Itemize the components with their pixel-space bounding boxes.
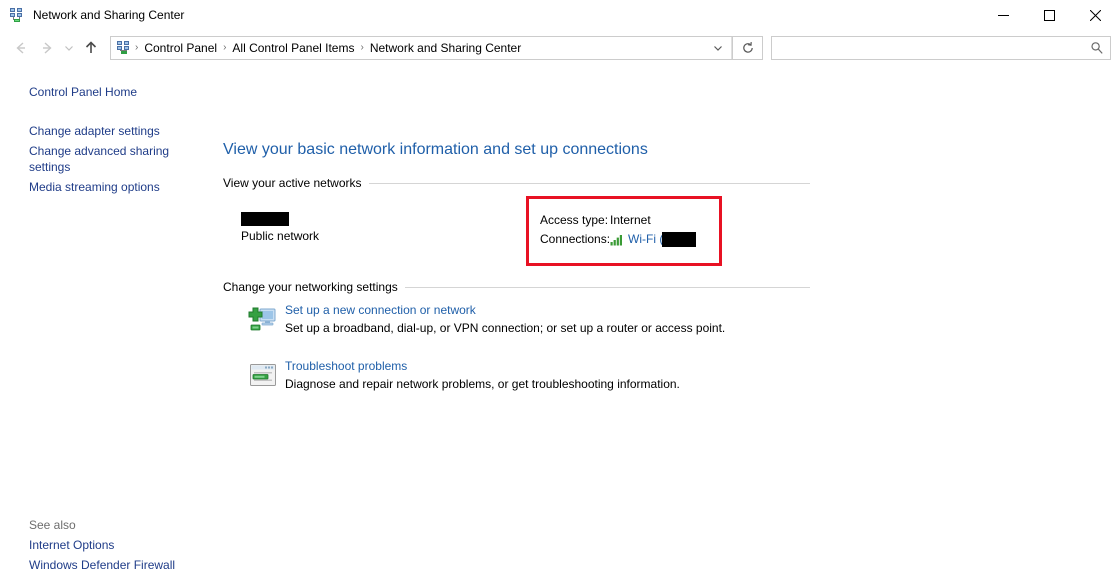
section-rule (369, 183, 810, 184)
sidebar-item-windows-defender-firewall[interactable]: Windows Defender Firewall (0, 555, 204, 575)
sidebar-item-change-adapter-settings[interactable]: Change adapter settings (0, 121, 204, 141)
task-text: Troubleshoot problems Diagnose and repai… (285, 358, 680, 394)
sidebar: Control Panel Home Change adapter settin… (0, 66, 215, 584)
address-bar[interactable]: › Control Panel › All Control Panel Item… (110, 36, 733, 60)
access-type-label: Access type: (540, 211, 610, 230)
task-description-set-up-new-connection: Set up a broadband, dial-up, or VPN conn… (285, 319, 725, 338)
window-controls (980, 0, 1118, 30)
wifi-signal-icon (610, 233, 625, 246)
sidebar-item-media-streaming-options[interactable]: Media streaming options (0, 177, 204, 197)
title-bar: Network and Sharing Center (0, 0, 1118, 30)
breadcrumb-item-all-control-panel-items[interactable]: All Control Panel Items (227, 37, 359, 59)
breadcrumb-item-control-panel[interactable]: Control Panel (139, 37, 222, 59)
back-button[interactable] (8, 35, 34, 61)
page-title: View your basic network information and … (223, 141, 648, 159)
main-panel: View your basic network information and … (215, 66, 1118, 584)
troubleshoot-icon (247, 359, 279, 391)
connections-row: Connections: Wi-Fi ( (540, 230, 696, 249)
task-text: Set up a new connection or network Set u… (285, 302, 725, 338)
window-title: Network and Sharing Center (33, 8, 184, 22)
see-also-title: See also (0, 515, 215, 535)
section-label-networking-settings: Change your networking settings (223, 280, 405, 294)
sidebar-item-control-panel-home[interactable]: Control Panel Home (0, 82, 204, 102)
connections-label: Connections: (540, 230, 610, 249)
address-toolbar: › Control Panel › All Control Panel Item… (0, 30, 1118, 66)
task-description-troubleshoot-problems: Diagnose and repair network problems, or… (285, 375, 680, 394)
sidebar-gap (0, 102, 215, 121)
address-divider (731, 37, 732, 59)
active-network-entry: Public network Access type: Internet Con… (223, 205, 823, 271)
section-header-active-networks: View your active networks (223, 176, 810, 190)
forward-button[interactable] (34, 35, 60, 61)
network-sharing-icon (9, 7, 25, 23)
see-also-section: See also Internet Options Windows Defend… (0, 515, 215, 575)
network-type-label: Public network (241, 229, 319, 243)
new-connection-icon (247, 303, 279, 335)
maximize-button[interactable] (1026, 0, 1072, 30)
task-link-set-up-new-connection[interactable]: Set up a new connection or network (285, 302, 725, 319)
network-name-redaction (241, 212, 289, 226)
access-type-row: Access type: Internet (540, 211, 696, 230)
section-rule (405, 287, 810, 288)
refresh-button[interactable] (733, 36, 763, 60)
address-network-icon (116, 40, 132, 56)
connection-details: Access type: Internet Connections: (540, 211, 696, 249)
access-type-value: Internet (610, 211, 651, 230)
breadcrumb: › Control Panel › All Control Panel Item… (134, 37, 705, 59)
task-link-troubleshoot-problems[interactable]: Troubleshoot problems (285, 358, 680, 375)
sidebar-item-internet-options[interactable]: Internet Options (0, 535, 204, 555)
search-box[interactable] (771, 36, 1111, 60)
content-area: Control Panel Home Change adapter settin… (0, 66, 1118, 584)
sidebar-item-change-advanced-sharing-settings[interactable]: Change advanced sharing settings (0, 141, 204, 177)
section-label-active-networks: View your active networks (223, 176, 369, 190)
search-icon[interactable] (1084, 37, 1110, 59)
breadcrumb-item-network-and-sharing-center[interactable]: Network and Sharing Center (365, 37, 526, 59)
close-button[interactable] (1072, 0, 1118, 30)
connections-wifi-link[interactable]: Wi-Fi ( (628, 230, 663, 249)
section-header-networking-settings: Change your networking settings (223, 280, 810, 294)
up-button[interactable] (78, 35, 104, 61)
address-dropdown-button[interactable] (705, 37, 731, 59)
search-input[interactable] (772, 37, 1094, 59)
minimize-button[interactable] (980, 0, 1026, 30)
connection-details-highlight-box: Access type: Internet Connections: (526, 196, 722, 266)
task-set-up-new-connection[interactable]: Set up a new connection or network Set u… (223, 302, 725, 338)
recent-locations-button[interactable] (60, 35, 78, 61)
connections-name-redaction (662, 232, 696, 247)
task-troubleshoot-problems[interactable]: Troubleshoot problems Diagnose and repai… (223, 358, 680, 394)
